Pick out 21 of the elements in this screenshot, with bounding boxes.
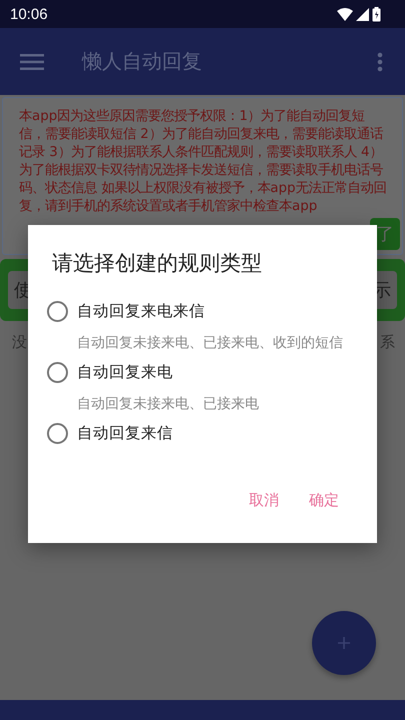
option-label: 自动回复来电来信 [77,300,205,322]
plus-icon [337,636,351,650]
dialog-title: 请选择创建的规则类型 [51,250,263,277]
confirm-button[interactable]: 确定 [301,485,347,516]
permission-text: 本app因为这些原因需要您授予权限：1）为了能自动回复短信，需要能读取短信 2）为了能自动回复来电，需要能读取通话记录 3）为了能根据联系人条件匹配规则，需要读取联系人 4）为了能根据双卡双待情况选择卡发送短信，需要读取手机电话号码、状态信息 如果以上权限没有被授予，本app无法正常自动回复，请到手机的系统设置或者手机管家中检查本app [19,108,388,216]
add-button[interactable] [312,611,376,675]
app-title: 懒人自动回复 [82,48,203,75]
wifi-icon [337,8,353,20]
radio-button[interactable] [47,422,68,444]
more-options-icon[interactable] [377,52,383,72]
signal-icon [356,8,369,20]
menu-icon[interactable] [20,54,44,70]
option-description: 自动回复未接来电、已接来电 [76,395,260,413]
radio-button[interactable] [47,300,68,322]
cancel-button[interactable]: 取消 [241,485,287,516]
option-label: 自动回复来电 [77,362,173,382]
radio-button[interactable] [47,362,68,382]
battery-icon [372,6,381,22]
option-description: 自动回复未接来电、已接来电、收到的短信 [76,334,344,352]
option-label: 自动回复来信 [77,422,173,444]
clock-time: 10:06 [10,6,48,22]
